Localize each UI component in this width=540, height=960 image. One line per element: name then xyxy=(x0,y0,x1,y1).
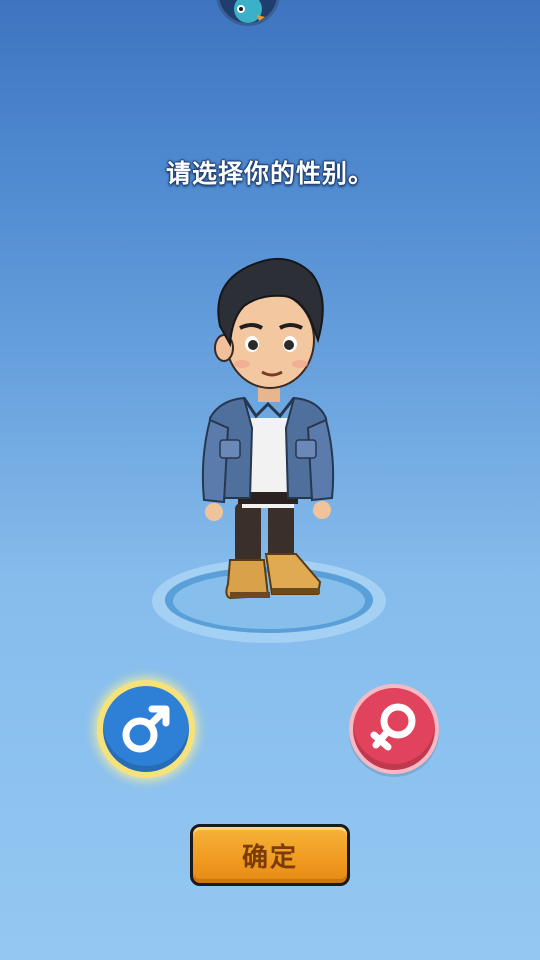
female-gender-button[interactable] xyxy=(349,684,439,774)
gender-prompt-text: 请选择你的性别。 xyxy=(165,159,374,188)
male-symbol-icon xyxy=(122,705,170,753)
confirm-button[interactable]: 确定 xyxy=(190,824,350,886)
mascot-icon xyxy=(234,0,265,23)
confirm-button-label: 确定 xyxy=(241,842,298,873)
top-mascot-badge[interactable] xyxy=(216,0,280,26)
female-symbol-icon xyxy=(370,703,416,751)
male-avatar xyxy=(201,258,335,600)
male-gender-button[interactable] xyxy=(97,680,195,778)
